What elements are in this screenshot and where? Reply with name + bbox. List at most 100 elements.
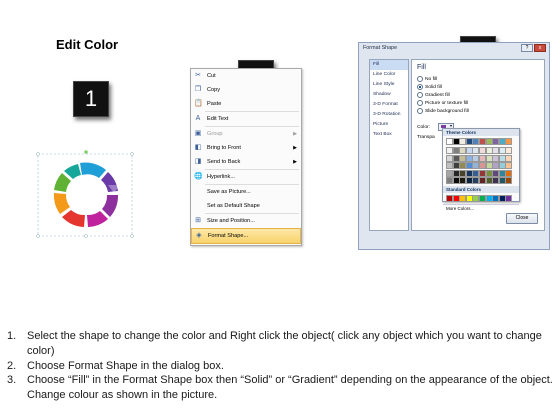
color-swatch[interactable] xyxy=(505,154,513,162)
radio-button[interactable] xyxy=(417,100,423,106)
fill-option-picture-or-texture-fill[interactable]: Picture or texture fill xyxy=(417,100,468,106)
ring-segment[interactable] xyxy=(53,193,70,214)
color-ring-shape[interactable] xyxy=(36,148,136,240)
resize-handle[interactable] xyxy=(130,234,134,238)
menu-item-paste[interactable]: 📋 Paste xyxy=(191,97,301,111)
menu-item-label: Paste xyxy=(207,101,222,107)
category-line-style[interactable]: Line Style xyxy=(370,80,408,90)
transparency-row: Transpa xyxy=(417,135,435,140)
category-list: Fill Line Color Line Style Shadow 3-D Format… xyxy=(369,59,409,231)
send-back-icon: ◨ xyxy=(194,158,202,165)
ring-segment[interactable] xyxy=(64,164,81,179)
menu-item-label: Set as Default Shape xyxy=(207,203,260,209)
category-text-box[interactable]: Text Box xyxy=(370,130,408,140)
page-title: Edit Color xyxy=(56,37,119,52)
category-line-color[interactable]: Line Color xyxy=(370,70,408,80)
bring-front-icon: ◧ xyxy=(194,144,202,151)
color-label: Color: xyxy=(417,124,431,130)
close-x-button[interactable]: x xyxy=(534,44,546,52)
theme-colors-top-row xyxy=(443,136,519,147)
radio-button[interactable] xyxy=(417,76,423,82)
category-shadow[interactable]: Shadow xyxy=(370,90,408,100)
paste-icon: 📋 xyxy=(194,100,203,107)
ring-segment[interactable] xyxy=(102,195,119,217)
format-shape-icon: ◈ xyxy=(196,232,202,239)
color-swatch[interactable] xyxy=(505,138,513,145)
resize-handle[interactable] xyxy=(84,234,88,238)
standard-colors-heading: Standard Colors xyxy=(443,186,519,194)
category-picture[interactable]: Picture xyxy=(370,120,408,130)
menu-item-set-as-default-shape[interactable]: Set as Default Shape xyxy=(191,199,301,213)
menu-item-format-shape[interactable]: ◈ Format Shape... xyxy=(191,228,301,244)
ring-segment[interactable] xyxy=(62,210,85,227)
instruction-text: Choose “Fill” in the Format Shape box th… xyxy=(27,374,553,402)
context-menu: ✂ Cut ❐ Copy 📋 Paste A Edit Text ▣ Group ▶ ◧ Bring t… xyxy=(190,68,302,246)
menu-item-cut[interactable]: ✂ Cut xyxy=(191,69,301,83)
fill-heading: Fill xyxy=(417,64,426,71)
color-swatch[interactable] xyxy=(505,169,513,177)
menu-item-label: Group xyxy=(207,131,223,137)
color-palette-dropdown: Theme Colors Standard Colors More Colors… xyxy=(442,128,520,211)
submenu-arrow-icon: ▶ xyxy=(293,131,297,137)
menu-item-size-and-position[interactable]: ⊞ Size and Position... xyxy=(191,214,301,228)
menu-item-label: Cut xyxy=(207,73,216,79)
submenu-arrow-icon: ▶ xyxy=(293,145,297,151)
radio-button[interactable] xyxy=(417,92,423,98)
edit-text-icon: A xyxy=(195,115,201,122)
ring-segment[interactable] xyxy=(80,162,106,178)
menu-item-group[interactable]: ▣ Group ▶ xyxy=(191,127,301,141)
color-swatch[interactable] xyxy=(505,162,513,170)
rotate-handle[interactable] xyxy=(84,150,88,154)
ring-segment[interactable] xyxy=(54,173,71,192)
menu-item-hyperlink[interactable]: 🌐 Hyperlink... xyxy=(191,170,301,184)
resize-handle[interactable] xyxy=(130,152,134,156)
size-icon: ⊞ xyxy=(195,217,201,224)
menu-item-label: Save as Picture... xyxy=(207,189,251,195)
color-swatch[interactable] xyxy=(505,147,513,154)
menu-item-copy[interactable]: ❐ Copy xyxy=(191,83,301,97)
instruction-text: Choose Format Shape in the dialog box. xyxy=(27,359,224,372)
resize-handle[interactable] xyxy=(36,234,40,238)
instruction-number: 3. xyxy=(7,374,17,387)
instruction-number: 1. xyxy=(7,330,17,342)
category-3-d-rotation[interactable]: 3-D Rotation xyxy=(370,110,408,120)
help-button[interactable]: ? xyxy=(521,44,533,52)
menu-item-label: Copy xyxy=(207,87,221,93)
menu-item-bring-to-front[interactable]: ◧ Bring to Front ▶ xyxy=(191,141,301,155)
copy-icon: ❐ xyxy=(194,86,202,93)
fill-option-gradient-fill[interactable]: Gradient fill xyxy=(417,92,450,98)
resize-handle[interactable] xyxy=(36,152,40,156)
theme-colors-shades xyxy=(443,147,519,186)
menu-item-save-as-picture[interactable]: Save as Picture... xyxy=(191,185,301,199)
dialog-window-controls: ? x xyxy=(521,44,546,52)
radio-button[interactable] xyxy=(417,108,423,114)
fill-option-label: Solid fill xyxy=(425,84,442,90)
category-3-d-format[interactable]: 3-D Format xyxy=(370,100,408,110)
close-button[interactable]: Close xyxy=(506,213,538,224)
menu-item-label: Size and Position... xyxy=(207,218,255,224)
menu-item-send-to-back[interactable]: ◨ Send to Back ▶ xyxy=(191,155,301,169)
menu-item-label: Bring to Front xyxy=(207,145,241,151)
menu-item-label: Send to Back xyxy=(207,159,241,165)
color-swatch[interactable] xyxy=(505,177,513,185)
fill-option-label: Picture or texture fill xyxy=(425,100,469,106)
hyperlink-icon: 🌐 xyxy=(194,173,203,180)
menu-item-label: Format Shape... xyxy=(208,233,249,239)
fill-option-label: Gradient fill xyxy=(425,92,450,98)
transparency-label: Transpa xyxy=(417,135,435,140)
fill-option-slide-background-fill[interactable]: Slide background fill xyxy=(417,108,469,114)
radio-button[interactable] xyxy=(417,84,423,90)
instructions-list: 1. Select the shape to change the color a… xyxy=(7,329,555,403)
category-fill[interactable]: Fill xyxy=(370,60,408,70)
instruction-number: 2. xyxy=(7,359,17,372)
fill-option-solid-fill[interactable]: Solid fill xyxy=(417,84,442,90)
ring-segment[interactable] xyxy=(87,211,108,227)
menu-item-edit-text[interactable]: A Edit Text xyxy=(191,112,301,126)
color-swatch[interactable] xyxy=(505,195,513,203)
fill-option-no-fill[interactable]: No fill xyxy=(417,76,437,82)
theme-colors-heading: Theme Colors xyxy=(443,129,519,136)
instruction-text: Select the shape to change the color and… xyxy=(27,330,542,357)
instruction-item: 2. Choose Format Shape in the dialog box. xyxy=(7,359,555,374)
more-colors-link[interactable]: More Colors... xyxy=(443,204,519,212)
dialog-title: Format Shape xyxy=(363,45,398,51)
